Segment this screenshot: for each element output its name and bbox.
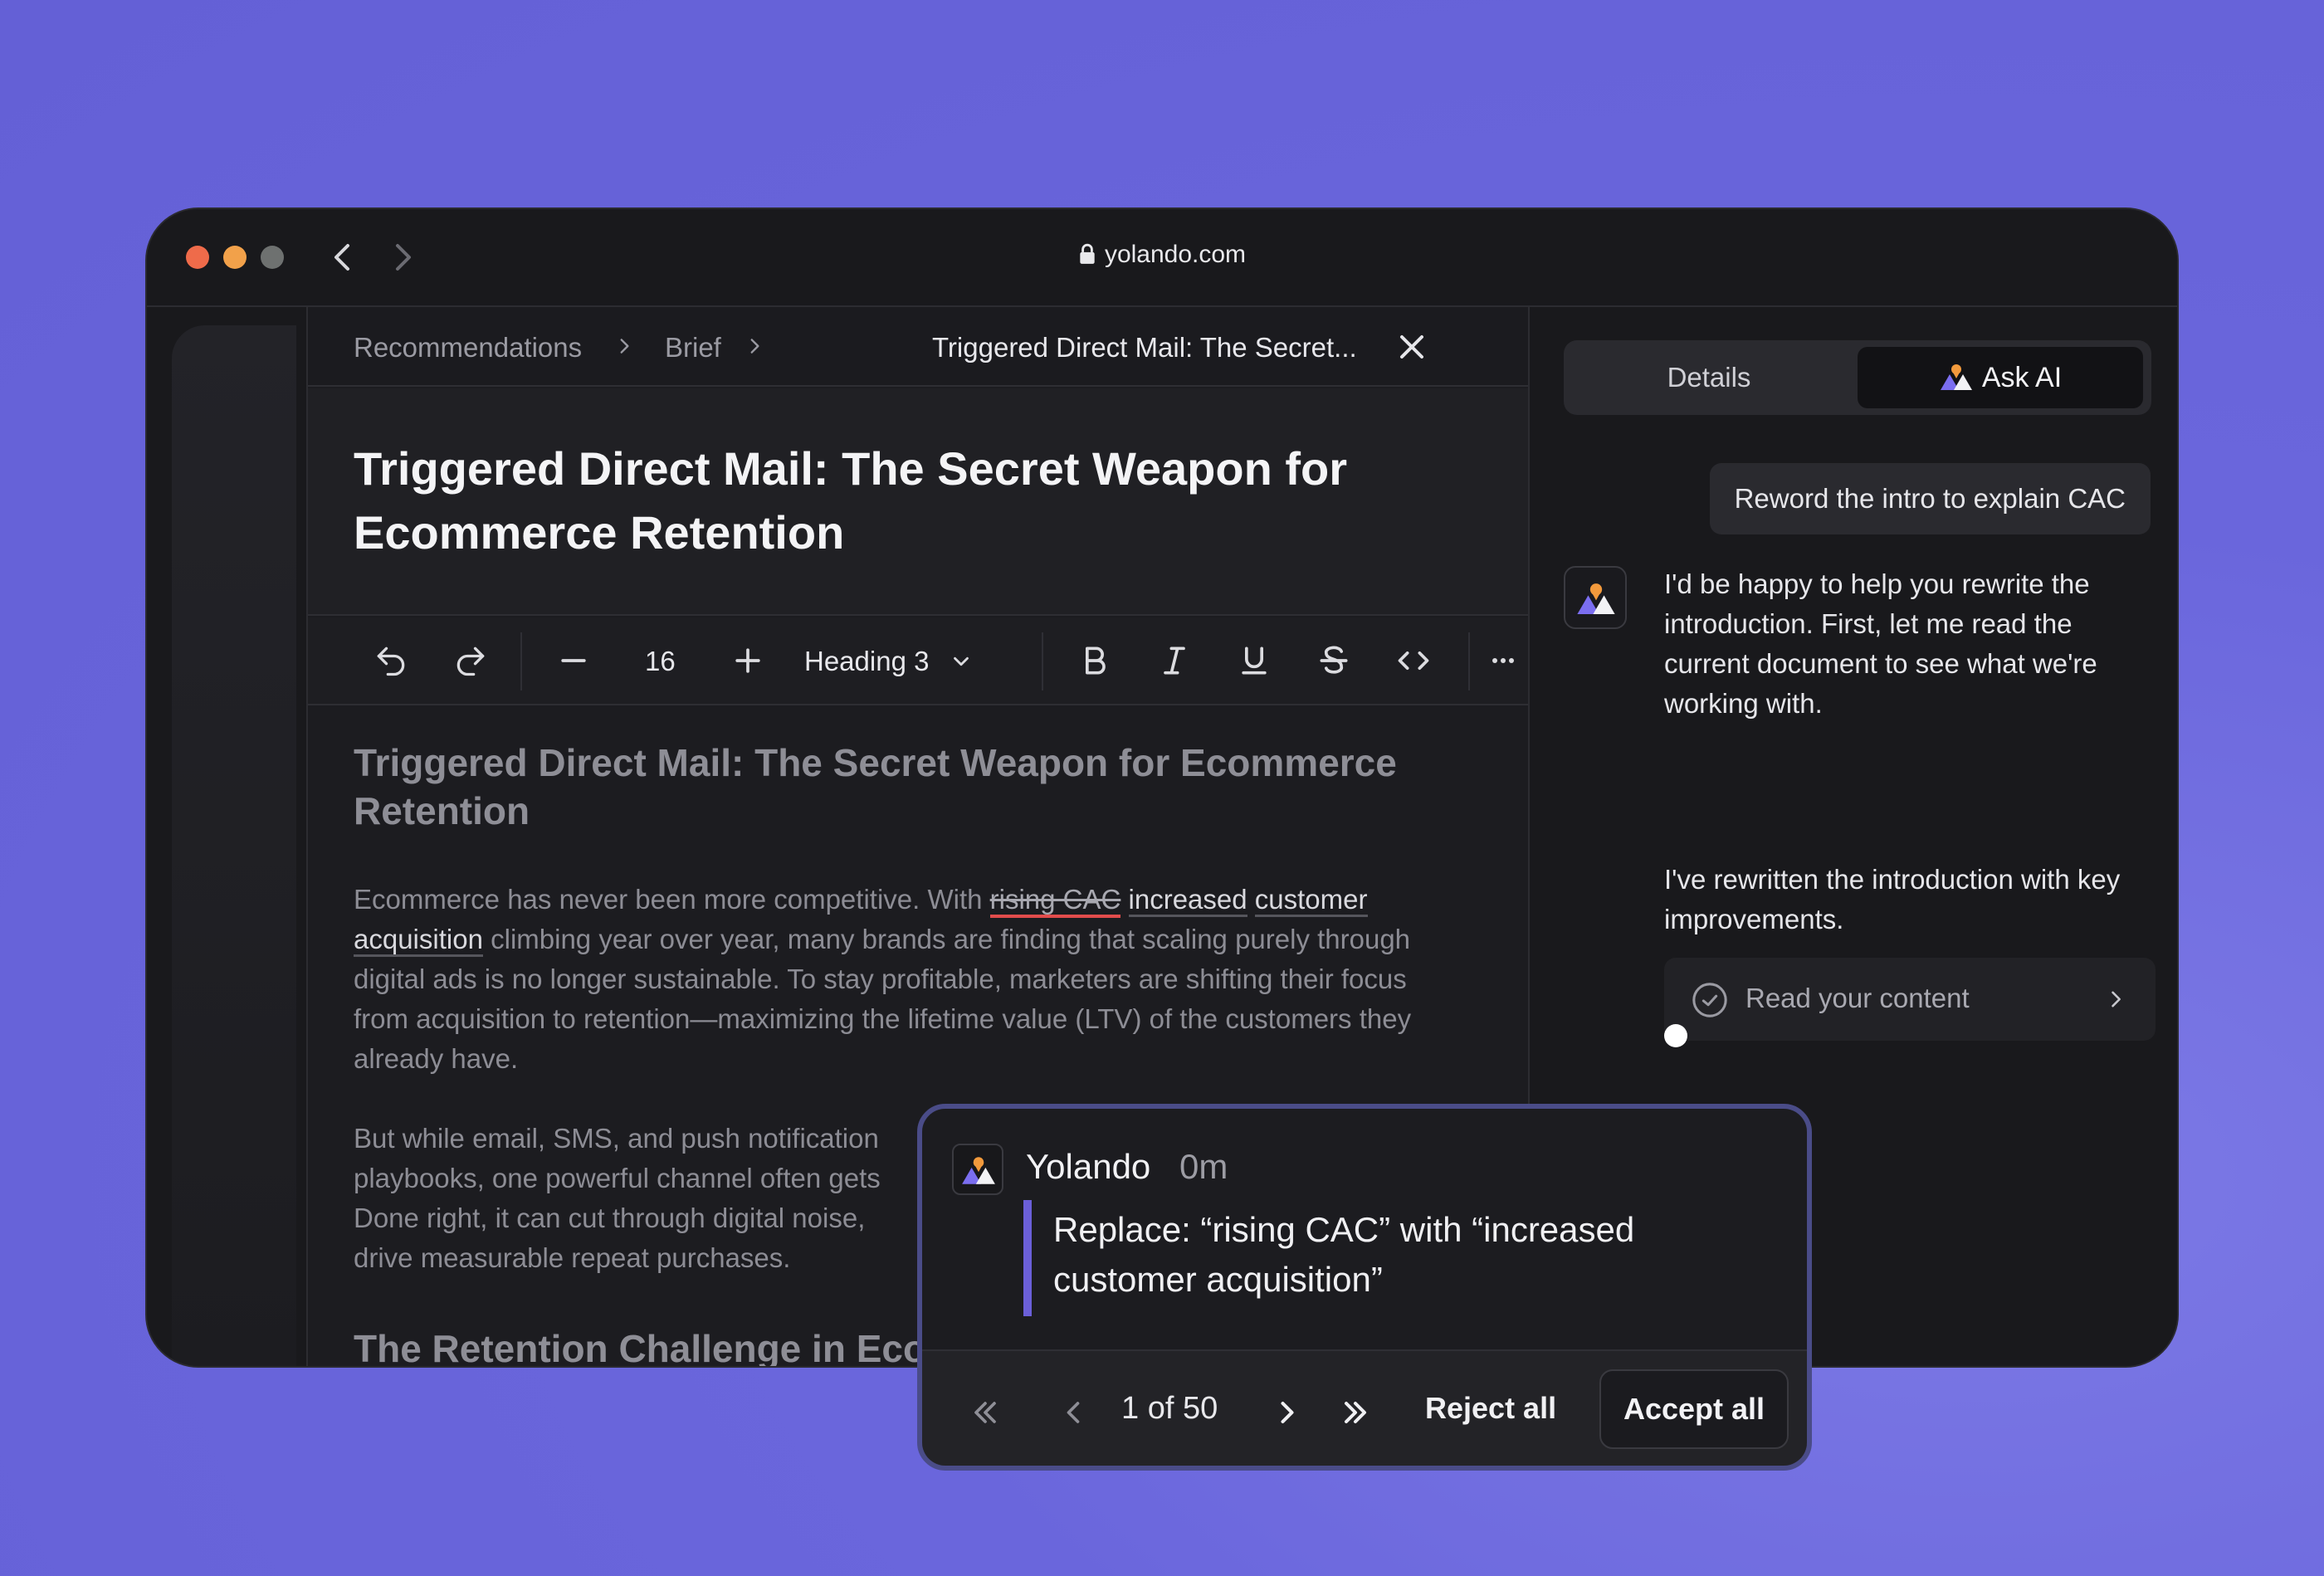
chevron-right-icon [1281,1401,1294,1424]
breadcrumb-brief[interactable]: Brief [665,332,721,364]
code-icon [1398,651,1429,670]
paragraph-line: Done right, it can cut through digital n… [354,1203,866,1233]
document-header: Triggered Direct Mail: The Secret Weapon… [308,388,1528,616]
font-size-value[interactable]: 16 [645,646,676,677]
section-heading: The Retention Challenge in Ecor [354,1327,941,1368]
suggestion-avatar [952,1144,1003,1195]
breadcrumb-current: Triggered Direct Mail: The Secret... [932,332,1357,363]
formatting-toolbar: 16 Heading 3 [308,617,1528,705]
bold-button[interactable] [1077,642,1113,679]
document-heading: Triggered Direct Mail: The Secret Weapon… [354,741,1397,832]
paragraph-line: But while email, SMS, and push notificat… [354,1123,879,1154]
suggestion-counter: 1 of 50 [1121,1391,1218,1426]
redo-icon [456,647,485,676]
panel-tabs: Details Ask AI [1564,340,2151,415]
browser-titlebar: yolando.com [147,209,2177,307]
block-style-select[interactable]: Heading 3 [804,646,974,677]
typing-indicator [1664,1024,1687,1047]
tool-call-label: Read your content [1745,983,1970,1013]
suggestion-controls: 1 of 50 Reject all Accept all [922,1349,1807,1466]
inserted-text[interactable]: increased [1128,884,1247,917]
underline-button[interactable] [1236,642,1272,679]
chevrons-left-icon [974,1402,996,1423]
chevrons-right-icon [1344,1401,1367,1424]
paragraph-text: climbing year over year, many brands are… [354,924,1412,1074]
italic-button[interactable] [1156,642,1193,679]
yolando-logo-icon [1940,364,1972,390]
breadcrumb: Recommendations Brief Triggered Direct M… [308,307,1528,387]
tool-call-card[interactable]: Read your content [1664,958,2156,1041]
sidebar-background [172,325,296,1366]
code-button[interactable] [1395,642,1432,679]
accept-all-button[interactable]: Accept all [1599,1369,1789,1449]
yolando-logo-icon [1577,583,1615,615]
chevron-right-icon [750,339,759,354]
tab-ask-ai-label: Ask AI [1981,362,2063,393]
chevron-right-icon [2112,991,2121,1008]
undo-button[interactable] [373,642,409,679]
strikethrough-button[interactable] [1316,642,1352,679]
block-style-label: Heading 3 [804,646,930,676]
suggestion-author: Yolando [1026,1147,1151,1186]
lock-icon [1080,243,1095,264]
paragraph-text: Ecommerce has never been more competitiv… [354,884,990,915]
undo-icon [377,647,405,676]
url-text: yolando.com [1104,241,1247,268]
suggestion-body: Yolando 0m Replace: “rising CAC” with “i… [922,1109,1807,1349]
suggestion-popup: Yolando 0m Replace: “rising CAC” with “i… [917,1104,1812,1471]
more-horizontal-icon [1492,658,1514,663]
intro-paragraph: Ecommerce has never been more competitiv… [354,880,1466,1079]
reject-all-button[interactable]: Reject all [1425,1391,1556,1426]
inserted-text[interactable]: customer [1254,884,1368,917]
deleted-text[interactable]: rising CAC [989,884,1121,918]
close-document-button[interactable] [1392,327,1432,367]
bold-icon [1086,647,1106,675]
ai-message: I'd be happy to help you rewrite the int… [1664,568,2097,719]
chevron-left-icon [1067,1402,1080,1423]
paragraph-line: playbooks, one powerful channel often ge… [354,1163,881,1193]
chevron-down-icon [953,656,969,666]
italic-icon [1164,647,1185,675]
tab-details[interactable]: Details [1564,340,1854,415]
check-circle-icon [1692,983,1727,1017]
strikethrough-icon [1320,646,1348,674]
document-title[interactable]: Triggered Direct Mail: The Secret Weapon… [354,437,1433,564]
paragraph-line: drive measurable repeat purchases. [354,1242,791,1273]
last-suggestion-button[interactable] [1337,1394,1374,1431]
first-suggestion-button[interactable] [967,1394,1003,1431]
chevron-right-icon [620,339,629,354]
minus-icon [561,659,586,662]
redo-button[interactable] [452,642,489,679]
toolbar-divider [520,632,522,690]
decrease-font-size-button[interactable] [555,642,592,679]
next-suggestion-button[interactable] [1269,1394,1306,1431]
suggestion-message: Replace: “rising CAC” with “increased cu… [1053,1210,1635,1299]
toolbar-divider [1468,632,1470,690]
suggestion-accent-bar [1023,1200,1032,1316]
previous-suggestion-button[interactable] [1055,1394,1091,1431]
more-options-button[interactable] [1487,642,1520,679]
underline-icon [1242,647,1267,675]
ai-avatar [1564,566,1627,629]
breadcrumb-recommendations[interactable]: Recommendations [354,332,582,364]
address-bar[interactable]: yolando.com [147,241,2177,269]
user-message: Reword the intro to explain CAC [1709,463,2151,534]
increase-font-size-button[interactable] [730,642,766,679]
toolbar-divider [1042,632,1043,690]
plus-icon [735,648,760,673]
yolando-logo-icon [962,1157,995,1184]
ai-message: I've rewritten the introduction with key… [1664,864,2121,934]
inserted-text[interactable]: acquisition [354,924,483,957]
suggestion-time: 0m [1179,1147,1228,1186]
close-icon [1400,335,1423,359]
tab-ask-ai[interactable]: Ask AI [1858,347,2143,408]
